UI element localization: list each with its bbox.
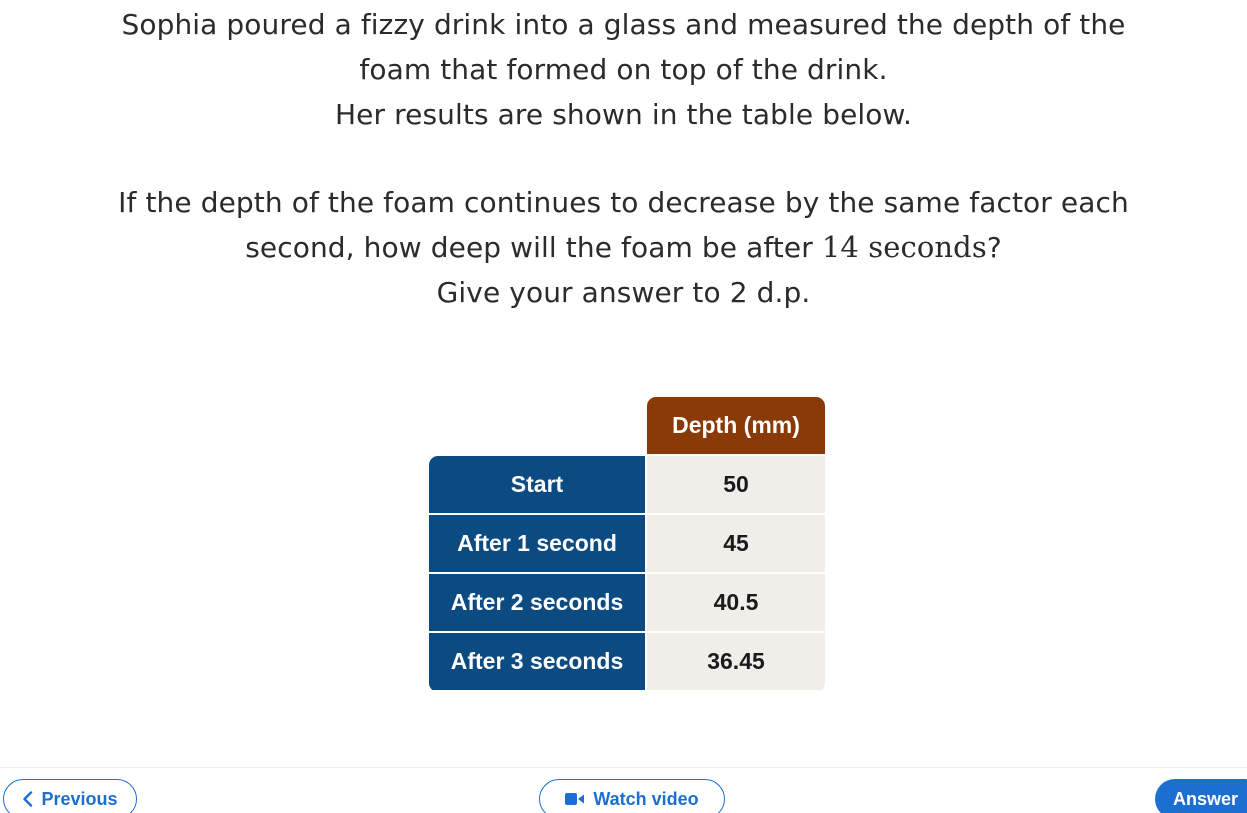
row-value: 50 (647, 456, 825, 513)
math-expression: 14 seconds (821, 230, 987, 264)
question-line: Her results are shown in the table below… (335, 98, 912, 131)
watch-video-label: Watch video (593, 788, 699, 809)
watch-video-button[interactable]: Watch video (539, 779, 725, 813)
question-text: Sophia poured a fizzy drink into a glass… (0, 2, 1247, 315)
row-label: After 2 seconds (429, 574, 645, 631)
question-line: foam that formed on top of the drink. (359, 53, 888, 86)
row-label: After 1 second (429, 515, 645, 572)
bottom-divider (0, 767, 1247, 768)
question-text-segment: ? (986, 231, 1002, 264)
question-line: If the depth of the foam continues to de… (118, 186, 1129, 219)
previous-label: Previous (41, 788, 118, 809)
answer-label: Answer (1173, 788, 1239, 809)
question-line: second, how deep will the foam be after … (0, 225, 1247, 270)
depth-table: Depth (mm) Start 50 After 1 second 45 Af… (429, 397, 825, 692)
row-label: After 3 seconds (429, 633, 645, 690)
table-row: Start 50 (429, 456, 825, 513)
row-label: Start (429, 456, 645, 513)
previous-button[interactable]: Previous (3, 779, 137, 813)
chevron-left-icon (22, 791, 33, 807)
table-row: After 1 second 45 (429, 515, 825, 572)
question-text-segment: second, how deep will the foam be after (245, 231, 822, 264)
row-value: 36.45 (647, 633, 825, 690)
video-camera-icon (565, 792, 585, 806)
row-value: 40.5 (647, 574, 825, 631)
question-line: Give your answer to 2 d.p. (436, 276, 811, 309)
row-value: 45 (647, 515, 825, 572)
table-body: Start 50 After 1 second 45 After 2 secon… (429, 456, 825, 692)
table-header-depth: Depth (mm) (647, 397, 825, 454)
table-row: After 2 seconds 40.5 (429, 574, 825, 631)
question-line: Sophia poured a fizzy drink into a glass… (121, 8, 1126, 41)
answer-button[interactable]: Answer (1155, 779, 1247, 813)
table-row: After 3 seconds 36.45 (429, 633, 825, 690)
